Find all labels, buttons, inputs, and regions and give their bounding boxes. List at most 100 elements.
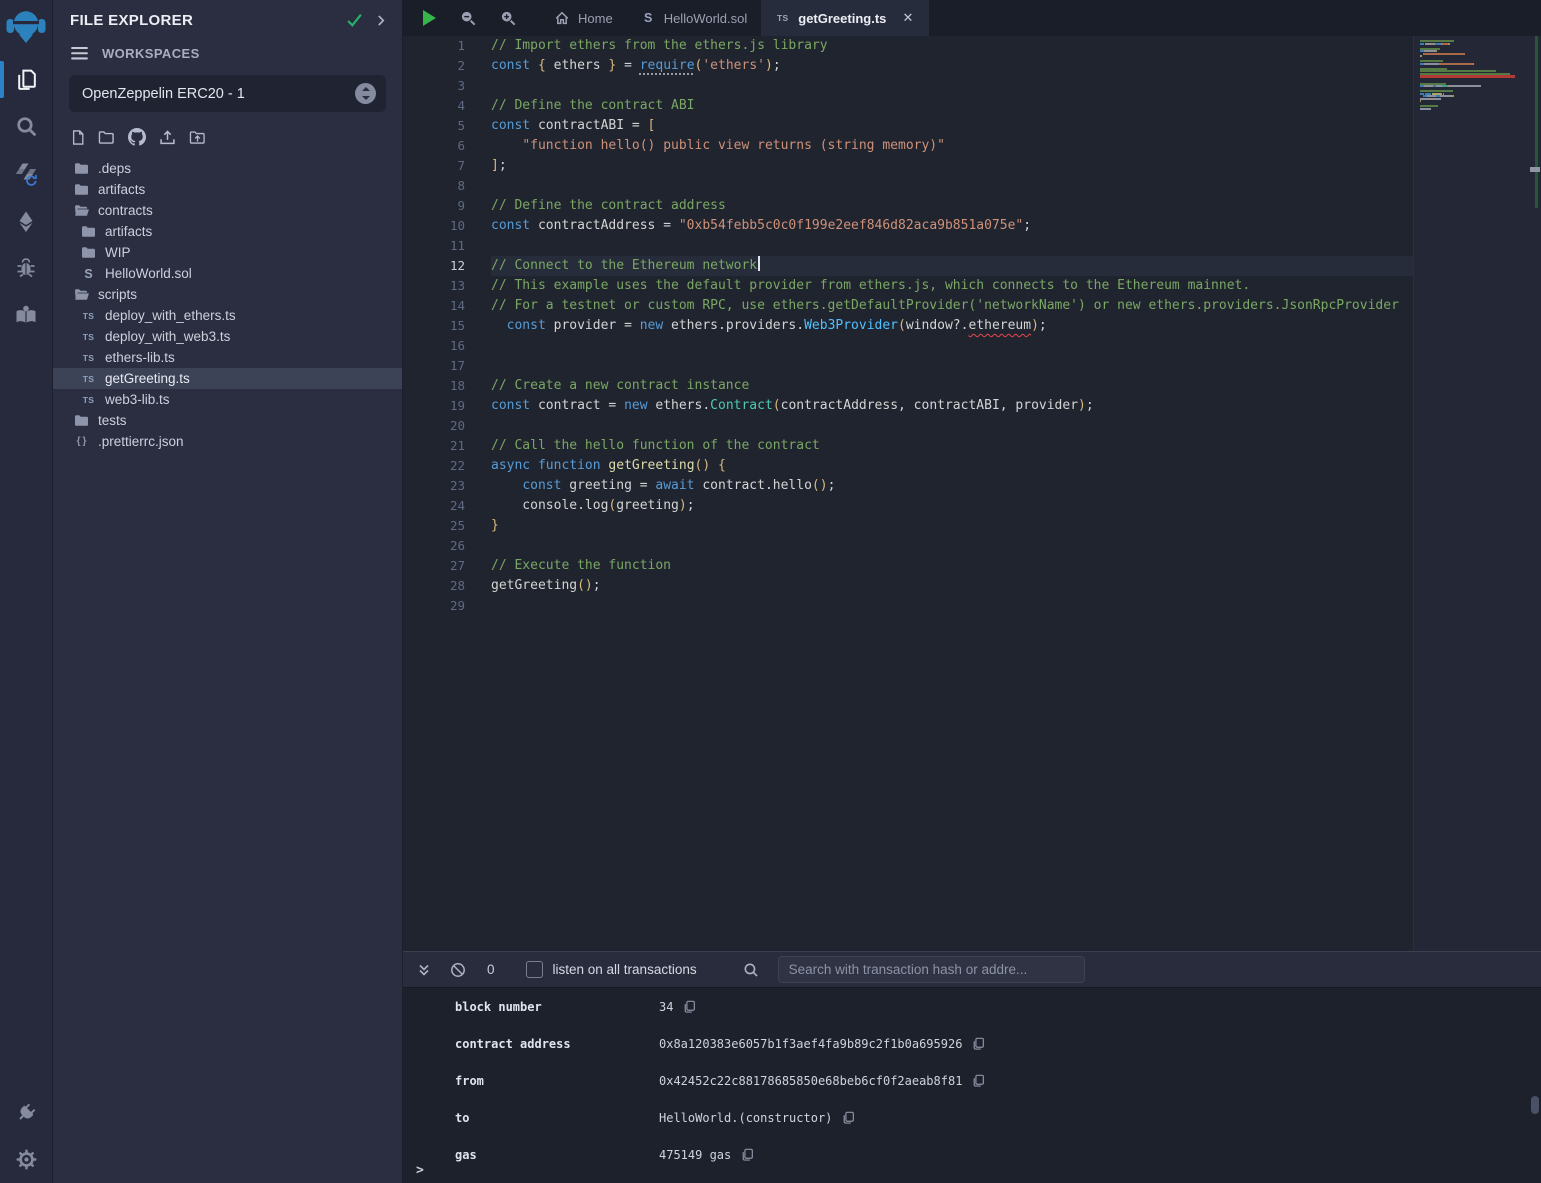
copy-icon[interactable] bbox=[972, 1037, 985, 1050]
code-lines[interactable]: 1// Import ethers from the ethers.js lib… bbox=[403, 36, 1413, 951]
code-line-9[interactable]: 9// Define the contract address bbox=[403, 196, 1413, 216]
activity-learn[interactable] bbox=[0, 291, 52, 338]
listen-transactions-checkbox[interactable] bbox=[526, 961, 543, 978]
file-item-deploy_with_ethers.ts[interactable]: TSdeploy_with_ethers.ts bbox=[53, 305, 402, 326]
code-line-28[interactable]: 28getGreeting(); bbox=[403, 576, 1413, 596]
file-item-.deps[interactable]: .deps bbox=[53, 158, 402, 179]
code-line-3[interactable]: 3 bbox=[403, 76, 1413, 96]
upload-file-button[interactable] bbox=[159, 129, 176, 146]
code-line-2[interactable]: 2const { ethers } = require('ethers'); bbox=[403, 56, 1413, 76]
activity-solidity-compiler[interactable] bbox=[0, 150, 52, 197]
terminal-prompt[interactable]: > bbox=[416, 1163, 424, 1178]
copy-icon[interactable] bbox=[741, 1148, 754, 1161]
folder-icon bbox=[74, 183, 89, 196]
ruler-decoration bbox=[1535, 36, 1538, 208]
code-line-17[interactable]: 17 bbox=[403, 356, 1413, 376]
file-item-deploy_with_web3.ts[interactable]: TSdeploy_with_web3.ts bbox=[53, 326, 402, 347]
file-item-.prettierrc.json[interactable]: { }.prettierrc.json bbox=[53, 431, 402, 452]
activity-deploy-run[interactable] bbox=[0, 197, 52, 244]
code-line-20[interactable]: 20 bbox=[403, 416, 1413, 436]
file-item-label: tests bbox=[98, 413, 127, 428]
file-item-scripts[interactable]: scripts bbox=[53, 284, 402, 305]
line-content bbox=[491, 176, 1413, 196]
file-item-ethers-lib.ts[interactable]: TSethers-lib.ts bbox=[53, 347, 402, 368]
code-line-7[interactable]: 7]; bbox=[403, 156, 1413, 176]
line-number: 13 bbox=[403, 276, 465, 296]
workspace-selector[interactable]: OpenZeppelin ERC20 - 1 bbox=[69, 75, 386, 112]
file-item-getGreeting.ts[interactable]: TSgetGreeting.ts bbox=[53, 368, 402, 389]
code-line-24[interactable]: 24 console.log(greeting); bbox=[403, 496, 1413, 516]
activity-debugger[interactable] bbox=[0, 244, 52, 291]
solidity-icon: S bbox=[81, 267, 96, 281]
run-script-button[interactable] bbox=[423, 10, 436, 26]
activity-search[interactable] bbox=[0, 103, 52, 150]
code-line-21[interactable]: 21// Call the hello function of the cont… bbox=[403, 436, 1413, 456]
file-item-web3-lib.ts[interactable]: TSweb3-lib.ts bbox=[53, 389, 402, 410]
activity-plugin-manager[interactable] bbox=[0, 1089, 52, 1136]
activity-file-explorer[interactable] bbox=[0, 56, 52, 103]
upload-folder-button[interactable] bbox=[189, 130, 206, 145]
collapse-terminal-icon[interactable] bbox=[417, 963, 431, 977]
code-line-12[interactable]: 12// Connect to the Ethereum network bbox=[403, 256, 1413, 276]
copy-icon[interactable] bbox=[683, 1000, 696, 1013]
file-item-WIP[interactable]: WIP bbox=[53, 242, 402, 263]
clear-console-icon[interactable] bbox=[450, 962, 466, 978]
tab-Home[interactable]: Home bbox=[540, 0, 627, 36]
debugger-icon bbox=[14, 256, 38, 280]
code-line-19[interactable]: 19const contract = new ethers.Contract(c… bbox=[403, 396, 1413, 416]
code-line-29[interactable]: 29 bbox=[403, 596, 1413, 616]
code-line-10[interactable]: 10const contractAddress = "0xb54febb5c0c… bbox=[403, 216, 1413, 236]
code-line-16[interactable]: 16 bbox=[403, 336, 1413, 356]
panel-title: FILE EXPLORER bbox=[70, 12, 332, 29]
activity-bar-bottom bbox=[0, 1089, 52, 1183]
text-cursor bbox=[758, 256, 760, 271]
file-item-contracts[interactable]: contracts bbox=[53, 200, 402, 221]
code-line-26[interactable]: 26 bbox=[403, 536, 1413, 556]
chevron-right-icon[interactable] bbox=[377, 14, 386, 27]
minimap[interactable] bbox=[1413, 36, 1541, 951]
zoom-out-button[interactable] bbox=[460, 10, 476, 26]
terminal-search-icon[interactable] bbox=[743, 962, 759, 978]
activity-bar bbox=[0, 0, 53, 1183]
code-line-22[interactable]: 22async function getGreeting() { bbox=[403, 456, 1413, 476]
check-icon[interactable] bbox=[346, 13, 363, 28]
file-item-label: getGreeting.ts bbox=[105, 371, 190, 386]
transaction-detail-row: from0x42452c22c88178685850e68beb6cf0f2ae… bbox=[403, 1062, 1541, 1099]
close-tab-icon[interactable]: ✕ bbox=[900, 10, 915, 26]
code-line-1[interactable]: 1// Import ethers from the ethers.js lib… bbox=[403, 36, 1413, 56]
activity-settings[interactable] bbox=[0, 1136, 52, 1183]
tab-getGreeting.ts[interactable]: TSgetGreeting.ts✕ bbox=[761, 0, 929, 36]
copy-icon[interactable] bbox=[972, 1074, 985, 1087]
tab-HelloWorld.sol[interactable]: SHelloWorld.sol bbox=[627, 0, 762, 36]
line-content: // Define the contract address bbox=[491, 196, 1413, 216]
copy-icon[interactable] bbox=[842, 1111, 855, 1124]
file-item-artifacts[interactable]: artifacts bbox=[53, 221, 402, 242]
new-file-button[interactable] bbox=[71, 129, 85, 146]
code-line-6[interactable]: 6 "function hello() public view returns … bbox=[403, 136, 1413, 156]
code-line-27[interactable]: 27// Execute the function bbox=[403, 556, 1413, 576]
file-item-HelloWorld.sol[interactable]: SHelloWorld.sol bbox=[53, 263, 402, 284]
code-line-14[interactable]: 14// For a testnet or custom RPC, use et… bbox=[403, 296, 1413, 316]
code-line-11[interactable]: 11 bbox=[403, 236, 1413, 256]
activity-remix-logo[interactable] bbox=[0, 0, 52, 56]
code-line-15[interactable]: 15 const provider = new ethers.providers… bbox=[403, 316, 1413, 336]
terminal-scrollbar[interactable] bbox=[1531, 1096, 1539, 1114]
hamburger-menu-icon[interactable] bbox=[71, 47, 88, 60]
zoom-in-button[interactable] bbox=[500, 10, 516, 26]
code-line-25[interactable]: 25} bbox=[403, 516, 1413, 536]
activity-bar-top bbox=[0, 0, 52, 338]
file-item-tests[interactable]: tests bbox=[53, 410, 402, 431]
code-line-23[interactable]: 23 const greeting = await contract.hello… bbox=[403, 476, 1413, 496]
code-line-18[interactable]: 18// Create a new contract instance bbox=[403, 376, 1413, 396]
new-folder-button[interactable] bbox=[98, 130, 115, 145]
line-content: // This example uses the default provide… bbox=[491, 276, 1413, 296]
file-item-artifacts[interactable]: artifacts bbox=[53, 179, 402, 200]
code-line-13[interactable]: 13 // This example uses the default provi… bbox=[403, 276, 1413, 296]
new-file-icon bbox=[71, 129, 85, 146]
code-line-8[interactable]: 8 bbox=[403, 176, 1413, 196]
code-editor[interactable]: 1// Import ethers from the ethers.js lib… bbox=[403, 36, 1541, 951]
code-line-4[interactable]: 4// Define the contract ABI bbox=[403, 96, 1413, 116]
code-line-5[interactable]: 5const contractABI = [ bbox=[403, 116, 1413, 136]
github-button[interactable] bbox=[128, 128, 146, 146]
terminal-search-input[interactable] bbox=[778, 956, 1085, 983]
